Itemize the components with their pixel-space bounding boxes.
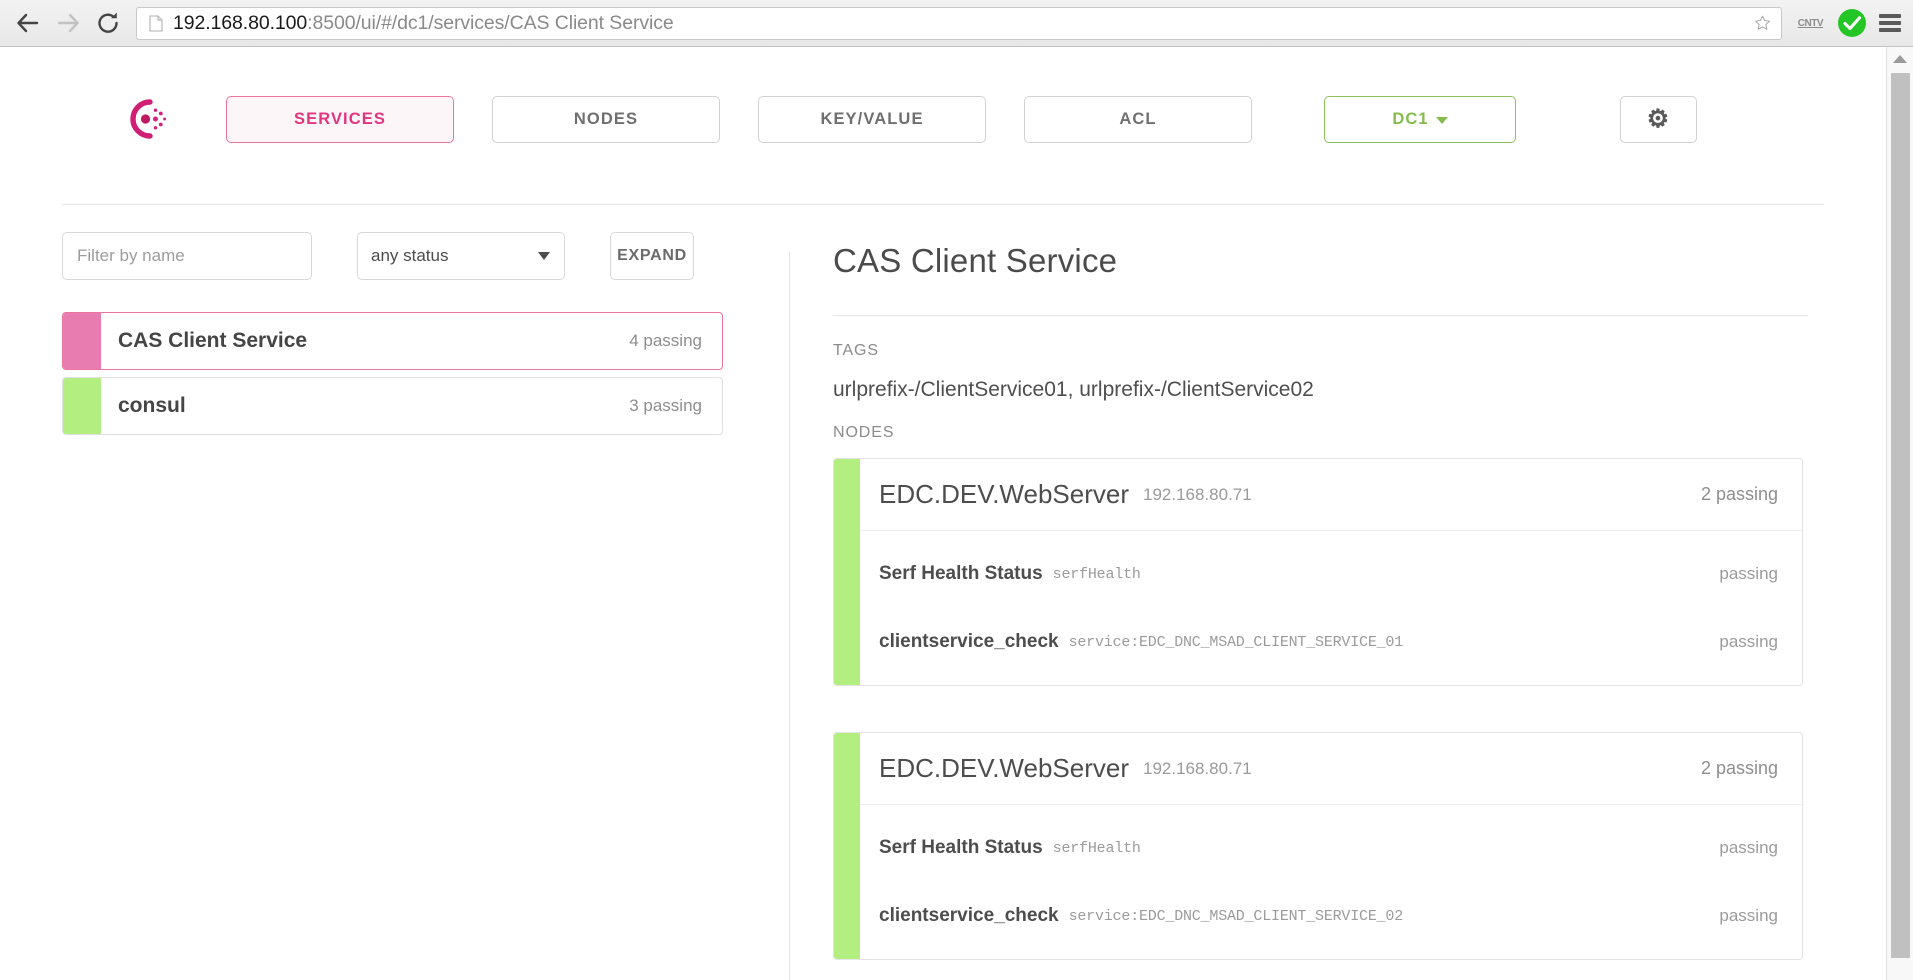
green-check-icon[interactable] — [1837, 8, 1867, 38]
url-host: 192.168.80.100 — [173, 12, 307, 34]
tags-label: TAGS — [833, 342, 1808, 360]
spacer — [860, 873, 1802, 891]
check-status: passing — [1719, 632, 1778, 652]
url-path: :8500/ui/#/dc1/services/CAS Client Servi… — [307, 12, 673, 34]
spacer — [860, 805, 1802, 823]
health-check-row[interactable]: Serf Health Status serfHealth passing — [860, 549, 1802, 599]
reload-button[interactable] — [88, 3, 128, 43]
node-ip-address: 192.168.80.71 — [1143, 485, 1252, 505]
datacenter-label: DC1 — [1392, 110, 1428, 129]
gear-icon: ⚙ — [1647, 107, 1671, 132]
check-id: serfHealth — [1053, 566, 1141, 583]
status-filter-select[interactable]: any status — [357, 232, 565, 280]
tab-acl[interactable]: ACL — [1024, 96, 1252, 143]
tags-value: urlprefix-/ClientService01, urlprefix-/C… — [833, 378, 1808, 402]
tab-services[interactable]: SERVICES — [226, 96, 454, 143]
service-health-bar — [63, 378, 101, 434]
back-button[interactable] — [8, 3, 48, 43]
health-check-row[interactable]: clientservice_check service:EDC_DNC_MSAD… — [860, 617, 1802, 667]
filter-by-name-input[interactable] — [62, 232, 312, 280]
menu-line — [1879, 21, 1901, 25]
page-viewport: SERVICES NODES KEY/VALUE ACL DC1 ⚙ any s… — [0, 47, 1886, 980]
node-name: EDC.DEV.WebServer — [879, 753, 1129, 784]
list-item[interactable]: consul 3 passing — [62, 377, 723, 435]
node-card[interactable]: EDC.DEV.WebServer 192.168.80.71 2 passin… — [833, 732, 1803, 960]
service-health-bar — [63, 313, 101, 369]
chevron-down-icon — [1436, 117, 1448, 124]
address-bar[interactable]: 192.168.80.100:8500/ui/#/dc1/services/CA… — [136, 7, 1782, 40]
filter-toolbar: any status EXPAND — [62, 232, 790, 280]
node-health-bar — [834, 459, 860, 685]
check-status: passing — [1719, 906, 1778, 926]
node-card[interactable]: EDC.DEV.WebServer 192.168.80.71 2 passin… — [833, 458, 1803, 686]
star-icon[interactable] — [1744, 10, 1771, 36]
check-id: serfHealth — [1053, 840, 1141, 857]
page-title: CAS Client Service — [833, 232, 1808, 280]
expand-button[interactable]: EXPAND — [610, 232, 694, 280]
service-name: CAS Client Service — [118, 329, 307, 353]
node-card-body: EDC.DEV.WebServer 192.168.80.71 2 passin… — [860, 733, 1802, 959]
settings-button[interactable]: ⚙ — [1620, 96, 1697, 143]
title-divider — [833, 315, 1808, 316]
nav-tab-group: SERVICES NODES KEY/VALUE ACL DC1 ⚙ — [226, 96, 1697, 143]
list-item[interactable]: CAS Client Service 4 passing — [62, 312, 723, 370]
datacenter-selector[interactable]: DC1 — [1324, 96, 1516, 143]
navbar-divider — [62, 204, 1824, 205]
node-header[interactable]: EDC.DEV.WebServer 192.168.80.71 2 passin… — [860, 733, 1802, 805]
chevron-down-icon — [538, 252, 550, 260]
services-sidebar: any status EXPAND CAS Client Service 4 p… — [62, 232, 790, 442]
node-ip-address: 192.168.80.71 — [1143, 759, 1252, 779]
tab-nodes[interactable]: NODES — [492, 96, 720, 143]
menu-line — [1879, 14, 1901, 18]
vertical-scrollbar[interactable] — [1886, 47, 1913, 980]
node-passing-count: 2 passing — [1701, 758, 1778, 779]
check-id: service:EDC_DNC_MSAD_CLIENT_SERVICE_02 — [1069, 908, 1403, 925]
arrow-left-icon — [15, 10, 41, 36]
check-name: Serf Health Status — [879, 837, 1043, 859]
spacer — [860, 941, 1802, 959]
browser-toolbar: 192.168.80.100:8500/ui/#/dc1/services/CA… — [0, 0, 1913, 47]
hamburger-menu-icon[interactable] — [1879, 13, 1901, 33]
service-name: consul — [118, 394, 186, 418]
spacer — [860, 667, 1802, 685]
menu-line — [1879, 28, 1901, 32]
spacer — [860, 531, 1802, 549]
check-id: service:EDC_DNC_MSAD_CLIENT_SERVICE_01 — [1069, 634, 1403, 651]
service-status: 3 passing — [629, 396, 702, 416]
node-header[interactable]: EDC.DEV.WebServer 192.168.80.71 2 passin… — [860, 459, 1802, 531]
forward-button[interactable] — [48, 3, 88, 43]
service-list: CAS Client Service 4 passing consul 3 pa… — [62, 312, 790, 435]
check-status: passing — [1719, 838, 1778, 858]
scrollbar-thumb[interactable] — [1891, 73, 1910, 958]
scroll-up-arrow-icon[interactable] — [1893, 55, 1907, 63]
health-check-row[interactable]: Serf Health Status serfHealth passing — [860, 823, 1802, 873]
check-name: clientservice_check — [879, 905, 1059, 927]
node-name: EDC.DEV.WebServer — [879, 479, 1129, 510]
service-status: 4 passing — [629, 331, 702, 351]
health-check-row[interactable]: clientservice_check service:EDC_DNC_MSAD… — [860, 891, 1802, 941]
consul-navbar: SERVICES NODES KEY/VALUE ACL DC1 ⚙ — [0, 73, 1886, 165]
spacer — [860, 599, 1802, 617]
tab-key-value[interactable]: KEY/VALUE — [758, 96, 986, 143]
service-item-body: CAS Client Service 4 passing — [101, 313, 722, 369]
arrow-right-icon — [55, 10, 81, 36]
service-item-body: consul 3 passing — [101, 378, 722, 434]
node-passing-count: 2 passing — [1701, 484, 1778, 505]
service-detail-panel: CAS Client Service TAGS urlprefix-/Clien… — [833, 232, 1808, 960]
consul-logo[interactable] — [124, 96, 170, 142]
cntv-extension-icon[interactable]: CNTV — [1798, 18, 1823, 29]
check-name: Serf Health Status — [879, 563, 1043, 585]
status-filter-value: any status — [371, 246, 449, 266]
node-card-body: EDC.DEV.WebServer 192.168.80.71 2 passin… — [860, 459, 1802, 685]
check-name: clientservice_check — [879, 631, 1059, 653]
page-document-icon — [149, 15, 163, 32]
node-health-bar — [834, 733, 860, 959]
reload-icon — [95, 10, 121, 36]
url-text: 192.168.80.100:8500/ui/#/dc1/services/CA… — [173, 12, 674, 35]
check-status: passing — [1719, 564, 1778, 584]
nodes-label: NODES — [833, 424, 1808, 442]
